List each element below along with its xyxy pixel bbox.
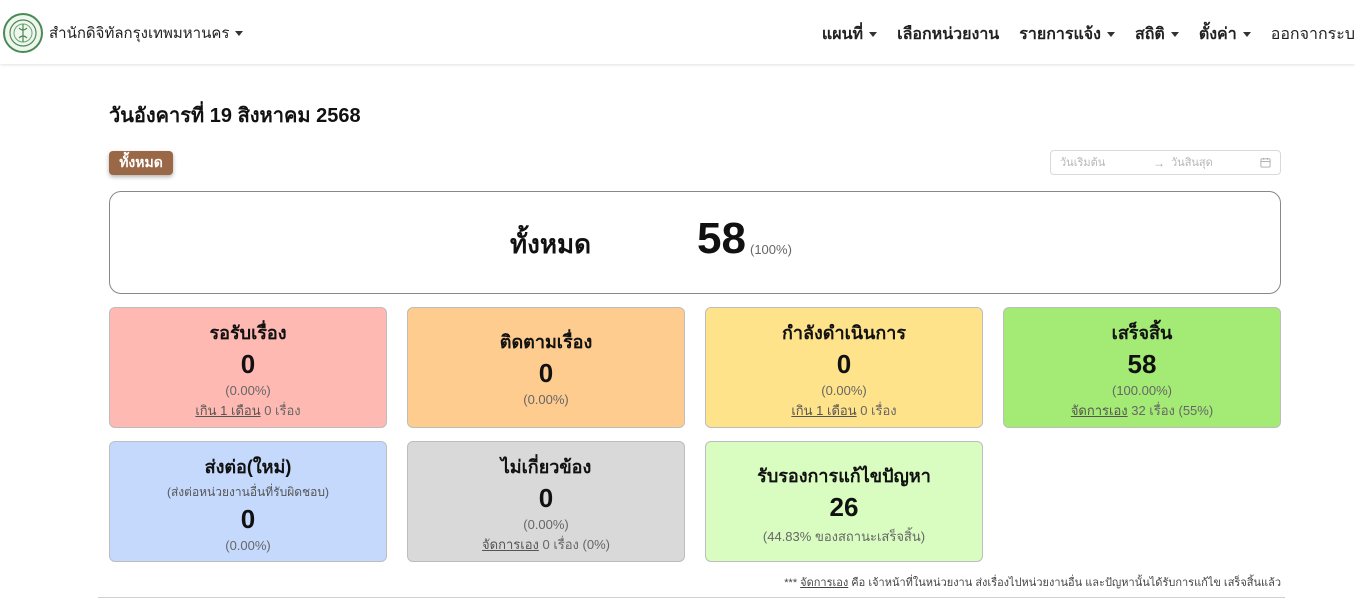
status-card-completed[interactable]: เสร็จสิ้น 58 (100.00%) จัดการเอง 32 เรื่…: [1003, 307, 1281, 428]
status-card-in-progress[interactable]: กำลังดำเนินการ 0 (0.00%) เกิน 1 เดือน 0 …: [705, 307, 983, 428]
nav-logout[interactable]: ออกจากระบ: [1271, 22, 1355, 47]
card-percent: (0.00%): [523, 517, 569, 532]
nav-select-agency[interactable]: เลือกหน่วยงาน: [897, 22, 999, 47]
card-percent: (44.83% ของสถานะเสร็จสิ้น): [762, 529, 926, 544]
card-note: จัดการเอง 0 เรื่อง (0%): [408, 534, 684, 555]
nav-reports-dropdown[interactable]: รายการแจ้ง: [1019, 22, 1115, 47]
card-title: รอรับเรื่อง: [209, 323, 287, 343]
date-start-input[interactable]: [1060, 156, 1145, 169]
nav-map-dropdown[interactable]: แผนที่: [821, 22, 878, 47]
card-percent: (100.00%): [1112, 383, 1172, 398]
card-note-text: 0 เรื่อง (0%): [538, 537, 610, 552]
card-value: 26: [829, 492, 859, 522]
total-label: ทั้งหมด: [510, 229, 591, 259]
nav-reports-label: รายการแจ้ง: [1019, 26, 1101, 43]
card-value: 0: [240, 504, 256, 534]
card-title: รับรองการแก้ไขปัญหา: [757, 466, 931, 486]
nav-select-agency-label: เลือกหน่วยงาน: [897, 26, 1000, 43]
page-title: วันอังคารที่ 19 สิงหาคม 2568: [109, 105, 361, 127]
status-card-following[interactable]: ติดตามเรื่อง 0 (0.00%): [407, 307, 685, 428]
card-value: 58: [1127, 349, 1157, 379]
chevron-down-icon: [1170, 32, 1179, 37]
nav-map-label: แผนที่: [821, 26, 864, 43]
top-navbar: สำนักดิจิทัลกรุงเทพมหานคร แผนที่ เลือกหน…: [0, 0, 1355, 64]
nav-menu: แผนที่ เลือกหน่วยงาน รายการแจ้ง สถิติ ตั…: [802, 22, 1355, 47]
footnote: *** จัดการเอง คือ เจ้าหน้าที่ในหน่วยงาน …: [784, 573, 1281, 591]
status-card-waiting[interactable]: รอรับเรื่อง 0 (0.00%) เกิน 1 เดือน 0 เรื…: [109, 307, 387, 428]
overdue-link[interactable]: เกิน 1 เดือน: [791, 403, 856, 418]
org-dropdown[interactable]: สำนักดิจิทัลกรุงเทพมหานคร: [3, 13, 244, 53]
card-note-text: 0 เรื่อง: [856, 403, 897, 418]
status-card-forwarded[interactable]: ส่งต่อ(ใหม่) (ส่งต่อหน่วยงานอื่นที่รับผิ…: [109, 441, 387, 562]
bangkok-seal-icon: [3, 13, 43, 53]
nav-settings-dropdown[interactable]: ตั้งค่า: [1199, 22, 1251, 47]
card-percent: (0.00%): [225, 383, 271, 398]
chevron-down-icon: [235, 30, 244, 36]
card-note: เกิน 1 เดือน 0 เรื่อง: [706, 400, 982, 421]
card-note: เกิน 1 เดือน 0 เรื่อง: [110, 400, 386, 421]
total-value: 58: [697, 214, 746, 263]
footnote-prefix: ***: [784, 577, 801, 589]
status-card-certified[interactable]: รับรองการแก้ไขปัญหา 26 (44.83% ของสถานะเ…: [705, 441, 983, 562]
card-percent: (0.00%): [225, 538, 271, 553]
nav-settings-label: ตั้งค่า: [1198, 26, 1237, 43]
status-card-irrelevant[interactable]: ไม่เกี่ยวข้อง 0 (0.00%) จัดการเอง 0 เรื่…: [407, 441, 685, 562]
nav-statistics-dropdown[interactable]: สถิติ: [1135, 22, 1179, 47]
footnote-text: คือ เจ้าหน้าที่ในหน่วยงาน ส่งเรื่องไปหน่…: [848, 577, 1281, 589]
card-title: กำลังดำเนินการ: [781, 323, 907, 343]
overdue-link[interactable]: เกิน 1 เดือน: [195, 403, 260, 418]
nav-logout-label: ออกจากระบ: [1270, 26, 1355, 43]
self-handled-link[interactable]: จัดการเอง: [1071, 403, 1128, 418]
card-title: ติดตามเรื่อง: [499, 332, 593, 352]
chevron-down-icon: [1242, 32, 1251, 37]
card-percent: (0.00%): [523, 392, 569, 407]
arrow-right-icon: →: [1153, 155, 1165, 170]
date-end-input[interactable]: [1171, 156, 1256, 169]
self-handled-link[interactable]: จัดการเอง: [800, 577, 848, 589]
card-note-text: 32 เรื่อง (55%): [1127, 403, 1214, 418]
card-subtitle: (ส่งต่อหน่วยงานอื่นที่รับผิดชอบ): [166, 485, 330, 499]
date-range-picker[interactable]: →: [1050, 150, 1281, 175]
card-value: 0: [538, 483, 554, 513]
total-summary-card: ทั้งหมด 58 (100%): [109, 191, 1281, 294]
chevron-down-icon: [869, 32, 878, 37]
chevron-down-icon: [1106, 32, 1115, 37]
card-note: จัดการเอง 32 เรื่อง (55%): [1004, 400, 1280, 421]
nav-statistics-label: สถิติ: [1134, 26, 1165, 43]
filter-all-button[interactable]: ทั้งหมด: [109, 151, 173, 175]
card-value: 0: [538, 358, 554, 388]
card-note-text: 0 เรื่อง: [260, 403, 301, 418]
org-name: สำนักดิจิทัลกรุงเทพมหานคร: [49, 25, 230, 42]
calendar-icon[interactable]: [1260, 157, 1271, 168]
card-value: 0: [836, 349, 852, 379]
total-percent: (100%): [750, 242, 792, 257]
card-title: เสร็จสิ้น: [1111, 323, 1173, 343]
self-handled-link[interactable]: จัดการเอง: [482, 537, 539, 552]
card-value: 0: [240, 349, 256, 379]
divider: [98, 597, 1285, 598]
card-percent: (0.00%): [821, 383, 867, 398]
card-title: ส่งต่อ(ใหม่): [204, 457, 292, 477]
card-title: ไม่เกี่ยวข้อง: [500, 457, 592, 477]
